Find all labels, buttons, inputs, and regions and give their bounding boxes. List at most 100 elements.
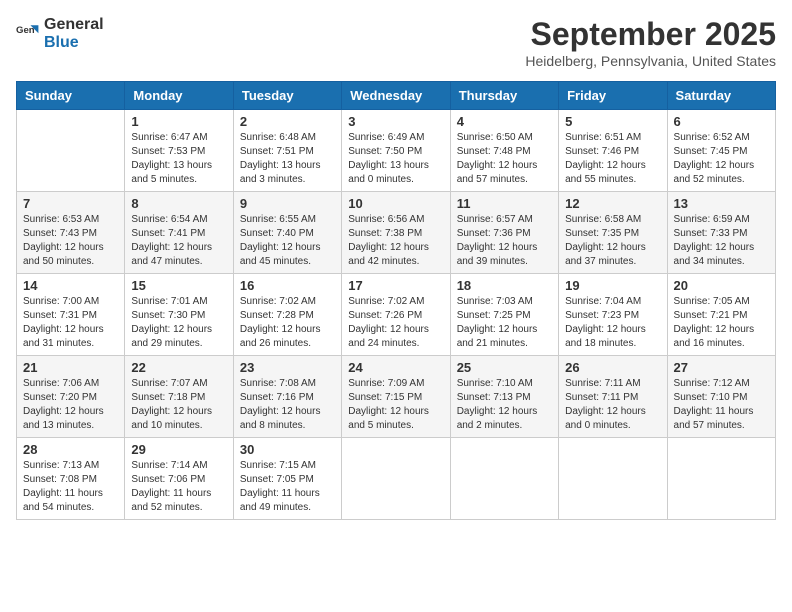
calendar-cell: 26 Sunrise: 7:11 AMSunset: 7:11 PMDayligh… [559, 356, 667, 438]
week-row-3: 14 Sunrise: 7:00 AMSunset: 7:31 PMDayligh… [17, 274, 776, 356]
calendar-cell: 12Sunrise: 6:58 AMSunset: 7:35 PMDayligh… [559, 192, 667, 274]
day-info: Sunrise: 6:57 AMSunset: 7:36 PMDaylight:… [457, 213, 552, 269]
day-info: Sunrise: 7:05 AMSunset: 7:21 PMDaylight:… [674, 295, 769, 351]
calendar-cell: 24 Sunrise: 7:09 AMSunset: 7:15 PMDayligh… [342, 356, 450, 438]
day-number: 27 [674, 360, 769, 375]
calendar-cell: 18 Sunrise: 7:03 AMSunset: 7:25 PMDayligh… [450, 274, 558, 356]
calendar-cell: 22Sunrise: 7:07 AMSunset: 7:18 PMDayligh… [125, 356, 233, 438]
day-number: 15 [131, 278, 226, 293]
day-number: 19 [565, 278, 660, 293]
day-number: 12 [565, 196, 660, 211]
day-info: Sunrise: 7:12 AMSunset: 7:10 PMDaylight:… [674, 377, 769, 433]
calendar-cell: 7 Sunrise: 6:53 AMSunset: 7:43 PMDaylight… [17, 192, 125, 274]
day-number: 6 [674, 114, 769, 129]
calendar-cell: 4 Sunrise: 6:50 AMSunset: 7:48 PMDaylight… [450, 110, 558, 192]
day-number: 26 [565, 360, 660, 375]
calendar-cell: 23 Sunrise: 7:08 AMSunset: 7:16 PMDayligh… [233, 356, 341, 438]
day-number: 14 [23, 278, 118, 293]
day-info: Sunrise: 7:06 AMSunset: 7:20 PMDaylight:… [23, 377, 118, 433]
calendar-cell: 14 Sunrise: 7:00 AMSunset: 7:31 PMDayligh… [17, 274, 125, 356]
calendar-cell [667, 438, 775, 520]
calendar-cell: 17Sunrise: 7:02 AMSunset: 7:26 PMDayligh… [342, 274, 450, 356]
header-thursday: Thursday [450, 82, 558, 110]
week-row-1: 1Sunrise: 6:47 AMSunset: 7:53 PMDaylight… [17, 110, 776, 192]
day-number: 17 [348, 278, 443, 293]
week-row-5: 28Sunrise: 7:13 AMSunset: 7:08 PMDayligh… [17, 438, 776, 520]
day-number: 29 [131, 442, 226, 457]
day-info: Sunrise: 7:03 AMSunset: 7:25 PMDaylight:… [457, 295, 552, 351]
day-number: 2 [240, 114, 335, 129]
day-info: Sunrise: 7:08 AMSunset: 7:16 PMDaylight:… [240, 377, 335, 433]
day-info: Sunrise: 7:04 AMSunset: 7:23 PMDaylight:… [565, 295, 660, 351]
day-info: Sunrise: 6:55 AMSunset: 7:40 PMDaylight:… [240, 213, 335, 269]
day-info: Sunrise: 6:47 AMSunset: 7:53 PMDaylight:… [131, 131, 226, 187]
calendar-cell: 15 Sunrise: 7:01 AMSunset: 7:30 PMDayligh… [125, 274, 233, 356]
day-info: Sunrise: 6:49 AMSunset: 7:50 PMDaylight:… [348, 131, 443, 187]
day-info: Sunrise: 7:00 AMSunset: 7:31 PMDaylight:… [23, 295, 118, 351]
day-info: Sunrise: 6:53 AMSunset: 7:43 PMDaylight:… [23, 213, 118, 269]
day-info: Sunrise: 6:54 AMSunset: 7:41 PMDaylight:… [131, 213, 226, 269]
page-header: Gen General Blue September 2025 Heidelbe… [16, 16, 776, 69]
day-info: Sunrise: 6:50 AMSunset: 7:48 PMDaylight:… [457, 131, 552, 187]
day-number: 3 [348, 114, 443, 129]
day-info: Sunrise: 6:51 AMSunset: 7:46 PMDaylight:… [565, 131, 660, 187]
day-number: 20 [674, 278, 769, 293]
day-info: Sunrise: 6:48 AMSunset: 7:51 PMDaylight:… [240, 131, 335, 187]
day-info: Sunrise: 7:11 AMSunset: 7:11 PMDaylight:… [565, 377, 660, 433]
day-info: Sunrise: 6:56 AMSunset: 7:38 PMDaylight:… [348, 213, 443, 269]
header-saturday: Saturday [667, 82, 775, 110]
calendar-cell: 30 Sunrise: 7:15 AMSunset: 7:05 PMDayligh… [233, 438, 341, 520]
calendar-cell: 21 Sunrise: 7:06 AMSunset: 7:20 PMDayligh… [17, 356, 125, 438]
month-title: September 2025 [525, 16, 776, 53]
day-number: 16 [240, 278, 335, 293]
calendar-cell: 29 Sunrise: 7:14 AMSunset: 7:06 PMDayligh… [125, 438, 233, 520]
calendar-cell: 1Sunrise: 6:47 AMSunset: 7:53 PMDaylight… [125, 110, 233, 192]
day-info: Sunrise: 7:15 AMSunset: 7:05 PMDaylight:… [240, 459, 335, 515]
day-number: 7 [23, 196, 118, 211]
day-number: 18 [457, 278, 552, 293]
week-row-2: 7 Sunrise: 6:53 AMSunset: 7:43 PMDaylight… [17, 192, 776, 274]
day-number: 30 [240, 442, 335, 457]
calendar-cell: 13 Sunrise: 6:59 AMSunset: 7:33 PMDayligh… [667, 192, 775, 274]
day-number: 4 [457, 114, 552, 129]
calendar-cell [342, 438, 450, 520]
header-monday: Monday [125, 82, 233, 110]
calendar-cell: 9Sunrise: 6:55 AMSunset: 7:40 PMDaylight… [233, 192, 341, 274]
calendar-cell: 16 Sunrise: 7:02 AMSunset: 7:28 PMDayligh… [233, 274, 341, 356]
day-number: 13 [674, 196, 769, 211]
header-row: SundayMondayTuesdayWednesdayThursdayFrid… [17, 82, 776, 110]
header-friday: Friday [559, 82, 667, 110]
day-number: 24 [348, 360, 443, 375]
day-info: Sunrise: 7:13 AMSunset: 7:08 PMDaylight:… [23, 459, 118, 515]
logo-general: General [44, 16, 104, 34]
logo: Gen General Blue [16, 16, 104, 51]
day-info: Sunrise: 7:14 AMSunset: 7:06 PMDaylight:… [131, 459, 226, 515]
day-info: Sunrise: 7:02 AMSunset: 7:28 PMDaylight:… [240, 295, 335, 351]
day-info: Sunrise: 6:59 AMSunset: 7:33 PMDaylight:… [674, 213, 769, 269]
logo-icon: Gen [16, 22, 40, 46]
calendar-cell: 3 Sunrise: 6:49 AMSunset: 7:50 PMDaylight… [342, 110, 450, 192]
day-number: 5 [565, 114, 660, 129]
day-number: 25 [457, 360, 552, 375]
day-number: 23 [240, 360, 335, 375]
day-info: Sunrise: 7:01 AMSunset: 7:30 PMDaylight:… [131, 295, 226, 351]
header-tuesday: Tuesday [233, 82, 341, 110]
calendar-cell: 28Sunrise: 7:13 AMSunset: 7:08 PMDayligh… [17, 438, 125, 520]
calendar-cell: 2 Sunrise: 6:48 AMSunset: 7:51 PMDaylight… [233, 110, 341, 192]
header-wednesday: Wednesday [342, 82, 450, 110]
calendar-cell: 27 Sunrise: 7:12 AMSunset: 7:10 PMDayligh… [667, 356, 775, 438]
calendar-cell: 11 Sunrise: 6:57 AMSunset: 7:36 PMDayligh… [450, 192, 558, 274]
header-sunday: Sunday [17, 82, 125, 110]
calendar-cell: 6Sunrise: 6:52 AMSunset: 7:45 PMDaylight… [667, 110, 775, 192]
logo-blue: Blue [44, 34, 104, 52]
calendar-cell: 10Sunrise: 6:56 AMSunset: 7:38 PMDayligh… [342, 192, 450, 274]
calendar-cell: 20 Sunrise: 7:05 AMSunset: 7:21 PMDayligh… [667, 274, 775, 356]
svg-text:Gen: Gen [16, 25, 35, 36]
day-number: 11 [457, 196, 552, 211]
calendar: SundayMondayTuesdayWednesdayThursdayFrid… [16, 81, 776, 520]
day-info: Sunrise: 7:09 AMSunset: 7:15 PMDaylight:… [348, 377, 443, 433]
title-area: September 2025 Heidelberg, Pennsylvania,… [525, 16, 776, 69]
day-info: Sunrise: 7:07 AMSunset: 7:18 PMDaylight:… [131, 377, 226, 433]
calendar-cell: 19 Sunrise: 7:04 AMSunset: 7:23 PMDayligh… [559, 274, 667, 356]
day-number: 21 [23, 360, 118, 375]
